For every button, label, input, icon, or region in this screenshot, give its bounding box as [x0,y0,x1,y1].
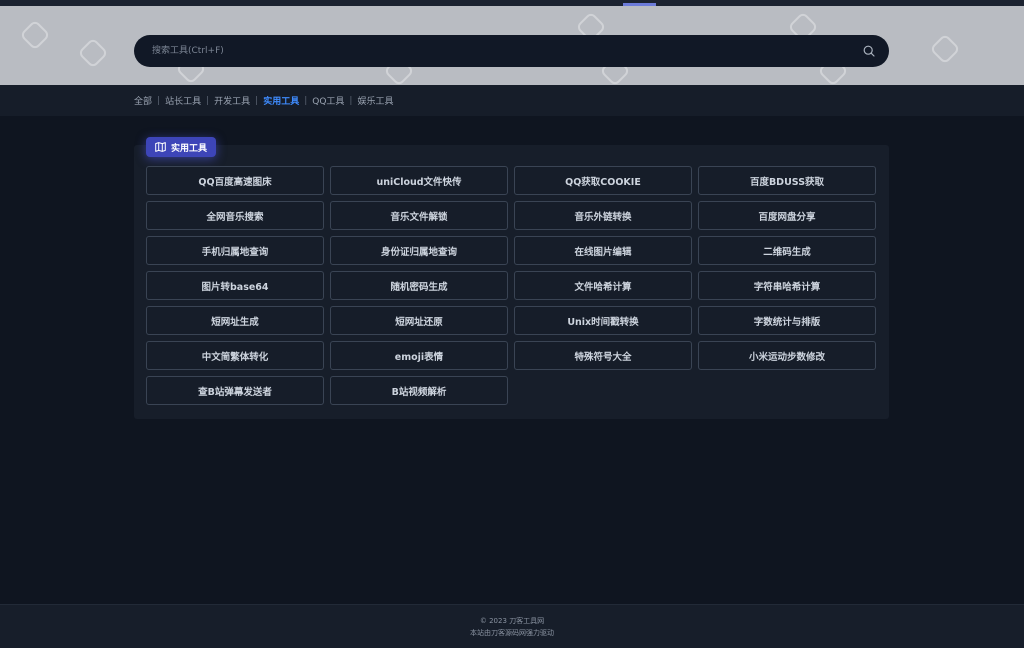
tool-short-url-restore[interactable]: 短网址还原 [330,306,508,335]
tool-chinese-convert[interactable]: 中文简繁体转化 [146,341,324,370]
tool-phone-location[interactable]: 手机归属地查询 [146,236,324,265]
map-icon [155,142,166,152]
tool-string-hash[interactable]: 字符串哈希计算 [698,271,876,300]
tool-emoji[interactable]: emoji表情 [330,341,508,370]
tool-music-unlock[interactable]: 音乐文件解锁 [330,201,508,230]
footer: © 2023 刀客工具网 本站由刀客源码网强力驱动 [0,604,1024,648]
tool-unicloud-file-transfer[interactable]: uniCloud文件快传 [330,166,508,195]
nav-item-qq-tools[interactable]: QQ工具 [312,94,344,107]
tool-qrcode-generator[interactable]: 二维码生成 [698,236,876,265]
nav-item-webmaster-tools[interactable]: 站长工具 [165,94,201,107]
category-badge-label: 实用工具 [171,143,208,154]
nav-separator: | [349,95,353,106]
footer-copyright: © 2023 刀客工具网 [479,616,545,625]
category-badge: 实用工具 [146,137,217,157]
nav-separator: | [304,95,308,106]
tool-unix-timestamp[interactable]: Unix时间戳转换 [514,306,692,335]
tools-grid: QQ百度高速图床 uniCloud文件快传 QQ获取COOKIE 百度BDUSS… [146,166,876,405]
tool-file-hash[interactable]: 文件哈希计算 [514,271,692,300]
decor-shape [19,19,51,51]
tool-random-password[interactable]: 随机密码生成 [330,271,508,300]
footer-powered-by: 本站由刀客源码网强力驱动 [470,628,554,637]
search-icon [863,45,875,57]
decor-shape [77,37,109,69]
tool-music-search[interactable]: 全网音乐搜索 [146,201,324,230]
nav-separator: | [206,95,210,106]
tool-image-editor[interactable]: 在线图片编辑 [514,236,692,265]
tool-short-url-create[interactable]: 短网址生成 [146,306,324,335]
tool-word-count[interactable]: 字数统计与排版 [698,306,876,335]
tool-music-link-convert[interactable]: 音乐外链转换 [514,201,692,230]
nav-item-dev-tools[interactable]: 开发工具 [214,94,250,107]
nav-item-fun-tools[interactable]: 娱乐工具 [357,94,393,107]
tool-qq-cookie[interactable]: QQ获取COOKIE [514,166,692,195]
nav-item-utility-tools[interactable]: 实用工具 [263,94,299,107]
tool-image-to-base64[interactable]: 图片转base64 [146,271,324,300]
nav-separator: | [255,95,259,106]
tool-bilibili-video-parse[interactable]: B站视频解析 [330,376,508,405]
tool-bilibili-danmaku-sender[interactable]: 查B站弹幕发送者 [146,376,324,405]
search-bar [134,35,889,67]
decor-shape [929,33,961,65]
category-nav: 全部 | 站长工具 | 开发工具 | 实用工具 | QQ工具 | 娱乐工具 [0,85,1024,116]
tool-xiaomi-steps[interactable]: 小米运动步数修改 [698,341,876,370]
search-input[interactable] [134,35,849,67]
tool-special-symbols[interactable]: 特殊符号大全 [514,341,692,370]
tool-baidu-netdisk-share[interactable]: 百度网盘分享 [698,201,876,230]
tool-id-card-location[interactable]: 身份证归属地查询 [330,236,508,265]
hero-banner [0,6,1024,85]
tool-qq-baidu-image-host[interactable]: QQ百度高速图床 [146,166,324,195]
tools-panel: 实用工具 QQ百度高速图床 uniCloud文件快传 QQ获取COOKIE 百度… [134,137,889,419]
nav-separator: | [157,95,161,106]
nav-item-all[interactable]: 全部 [134,94,152,107]
tool-baidu-bduss[interactable]: 百度BDUSS获取 [698,166,876,195]
search-button[interactable] [849,35,889,67]
